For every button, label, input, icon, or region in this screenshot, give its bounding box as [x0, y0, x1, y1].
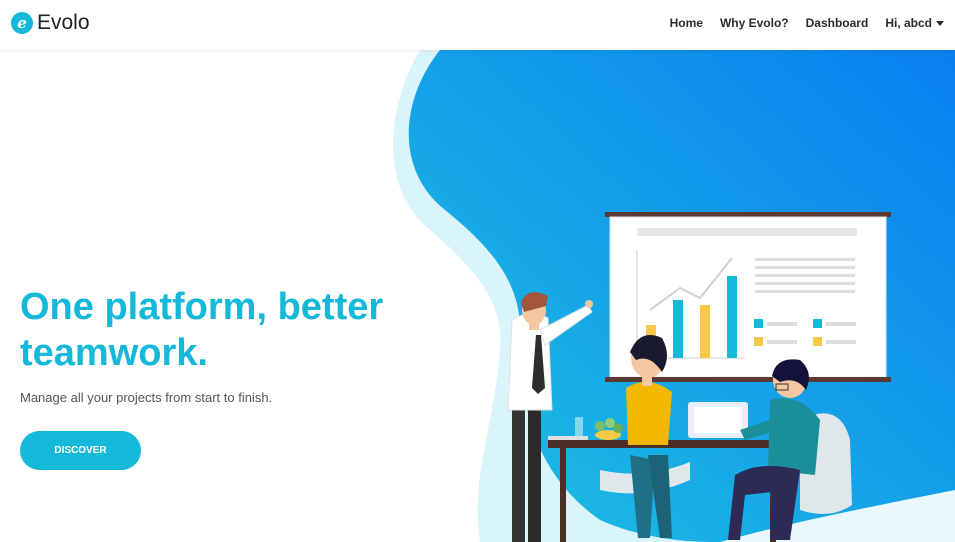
hero-headline-line1: One platform, better: [20, 286, 384, 328]
hero-headline: One platform, better teamwork.: [20, 284, 420, 376]
brand-logo[interactable]: e Evolo: [11, 11, 90, 35]
user-menu-dropdown[interactable]: Hi, abcd: [885, 16, 944, 30]
nav-menu: Home Why Evolo? Dashboard Hi, abcd: [670, 16, 944, 30]
hero-subheading: Manage all your projects from start to f…: [20, 390, 273, 405]
caret-down-icon: [936, 21, 944, 27]
discover-button[interactable]: DISCOVER: [20, 431, 141, 470]
nav-home-link[interactable]: Home: [670, 16, 703, 30]
navbar: e Evolo Home Why Evolo? Dashboard Hi, ab…: [0, 0, 955, 50]
nav-why-evolo-link[interactable]: Why Evolo?: [720, 16, 789, 30]
user-greeting: Hi, abcd: [885, 16, 932, 30]
brand-name: Evolo: [37, 11, 90, 34]
logo-icon: e: [11, 12, 33, 34]
nav-dashboard-link[interactable]: Dashboard: [806, 16, 869, 30]
hero-headline-line2: teamwork.: [20, 332, 208, 374]
